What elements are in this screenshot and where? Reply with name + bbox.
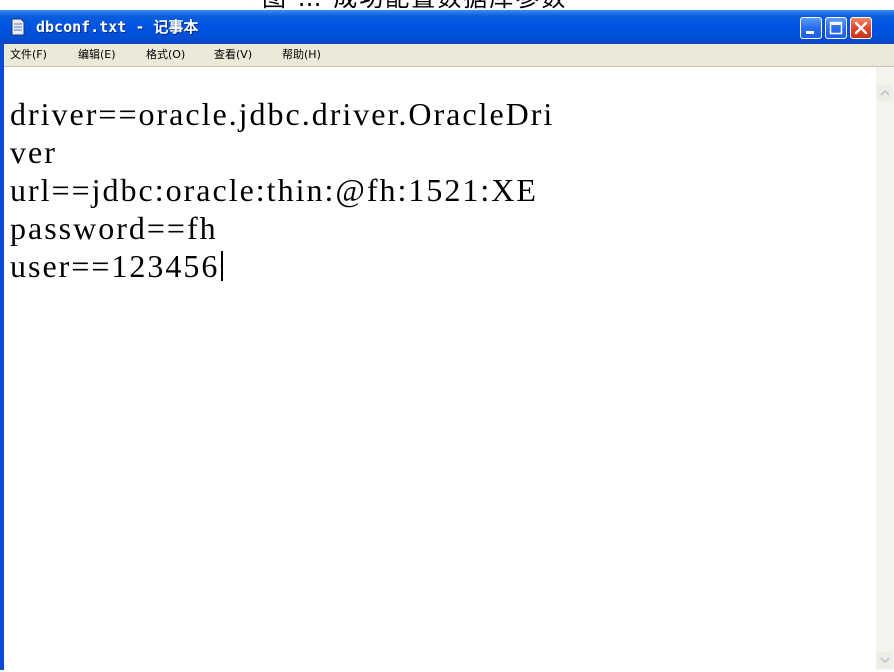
scroll-down-button[interactable] xyxy=(877,652,893,668)
editor-line: url==jdbc:oracle:thin:@fh:1521:XE xyxy=(10,172,538,208)
document-caption-fragment: 图 … 成功配置数据库参数 xyxy=(0,0,894,10)
menu-edit[interactable]: 编辑(E) xyxy=(78,48,116,62)
scroll-up-button[interactable] xyxy=(877,85,893,101)
minimize-icon xyxy=(806,31,814,34)
menu-view[interactable]: 查看(V) xyxy=(214,48,252,62)
title-bar[interactable]: dbconf.txt - 记事本 xyxy=(0,10,894,44)
vertical-scrollbar[interactable] xyxy=(876,67,894,670)
close-button[interactable] xyxy=(850,17,872,39)
notepad-icon xyxy=(10,18,26,36)
text-caret xyxy=(221,251,224,281)
editor-line: password==fh xyxy=(10,210,218,246)
window-title: dbconf.txt - 记事本 xyxy=(36,18,199,36)
text-editor-area[interactable]: driver==oracle.jdbc.driver.OracleDri ver… xyxy=(4,67,876,670)
editor-line: user==123456 xyxy=(10,248,220,284)
close-icon xyxy=(854,21,868,35)
menu-bar: 文件(F) 编辑(E) 格式(O) 查看(V) 帮助(H) xyxy=(4,44,894,67)
editor-line: driver==oracle.jdbc.driver.OracleDri xyxy=(10,96,555,132)
caption-text: 图 … 成功配置数据库参数 xyxy=(262,0,567,10)
maximize-icon xyxy=(829,21,843,35)
editor-line-wrap: user==123456 xyxy=(10,247,224,285)
editor-line: ver xyxy=(10,134,57,170)
chevron-down-icon xyxy=(880,657,890,664)
minimize-button[interactable] xyxy=(800,17,822,39)
menu-file[interactable]: 文件(F) xyxy=(10,48,47,62)
menu-help[interactable]: 帮助(H) xyxy=(282,48,321,62)
maximize-button[interactable] xyxy=(825,17,847,39)
chevron-up-icon xyxy=(880,89,890,96)
notepad-window: dbconf.txt - 记事本 文件(F) 编辑(E) 格式(O) 查看(V)… xyxy=(0,10,894,670)
menu-format[interactable]: 格式(O) xyxy=(146,48,185,62)
